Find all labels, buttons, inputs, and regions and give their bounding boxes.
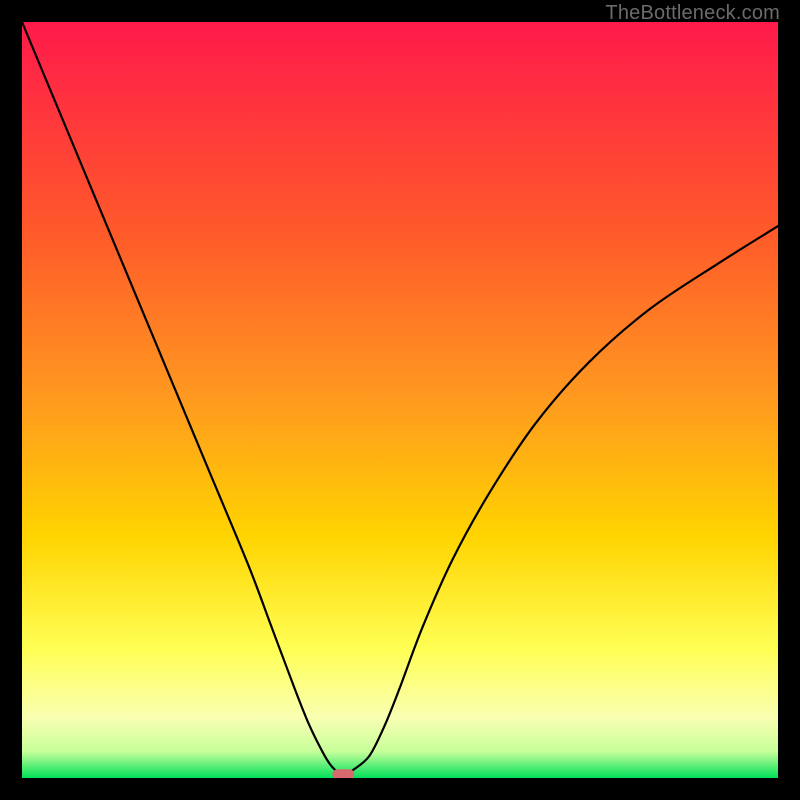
plot-area: [22, 22, 778, 778]
gradient-background: [22, 22, 778, 778]
chart-container: TheBottleneck.com: [0, 0, 800, 800]
watermark-text: TheBottleneck.com: [605, 2, 780, 25]
chart-svg: [22, 22, 778, 778]
minimum-marker: [332, 769, 354, 778]
